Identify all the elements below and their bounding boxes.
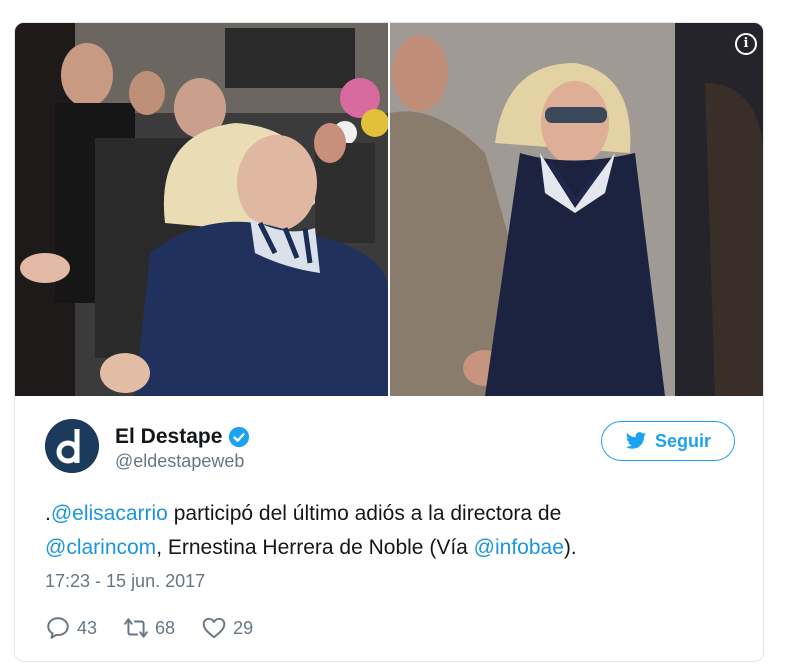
mention-clarincom[interactable]: @clarincom bbox=[45, 536, 156, 559]
mention-infobae[interactable]: @infobae bbox=[474, 536, 564, 559]
verified-badge-icon bbox=[229, 426, 250, 448]
text-segment-1: participó del último adiós a la director… bbox=[167, 502, 562, 525]
tweet-text: .@elisacarrio participó del último adiós… bbox=[45, 497, 745, 565]
follow-label: Seguir bbox=[654, 430, 711, 451]
right-photo bbox=[390, 23, 763, 396]
avatar[interactable] bbox=[45, 419, 99, 473]
retweet-button[interactable]: 68 bbox=[123, 615, 175, 641]
reply-button[interactable]: 43 bbox=[45, 615, 97, 641]
twitter-bird-icon bbox=[625, 432, 646, 449]
follow-button[interactable]: Seguir bbox=[601, 421, 735, 461]
tweet-card: i El Destape @eldestapeweb Seguir .@elis… bbox=[14, 22, 764, 662]
info-icon[interactable]: i bbox=[735, 33, 757, 55]
retweet-icon bbox=[124, 618, 148, 638]
like-count: 29 bbox=[233, 617, 254, 638]
heart-icon bbox=[202, 617, 226, 639]
author-handle[interactable]: @eldestapeweb bbox=[115, 451, 244, 472]
like-button[interactable]: 29 bbox=[201, 615, 253, 641]
tweet-actions: 43 68 29 bbox=[45, 615, 279, 641]
left-photo bbox=[15, 23, 389, 396]
author-name[interactable]: El Destape bbox=[115, 425, 222, 449]
tweet-author: El Destape @eldestapeweb Seguir bbox=[45, 419, 735, 479]
text-segment-3: ). bbox=[563, 536, 577, 559]
mention-elisacarrio[interactable]: @elisacarrio bbox=[51, 502, 168, 525]
reply-count: 43 bbox=[77, 617, 98, 638]
tweet-media[interactable]: i bbox=[15, 23, 763, 396]
text-segment-2: , Ernestina Herrera de Noble (Vía bbox=[156, 536, 474, 559]
tweet-timestamp[interactable]: 17:23 - 15 jun. 2017 bbox=[45, 571, 205, 592]
el-destape-logo-icon bbox=[45, 419, 99, 473]
retweet-count: 68 bbox=[155, 617, 176, 638]
reply-icon bbox=[47, 617, 69, 639]
media-divider bbox=[388, 23, 390, 396]
author-name-row: El Destape bbox=[115, 425, 250, 449]
